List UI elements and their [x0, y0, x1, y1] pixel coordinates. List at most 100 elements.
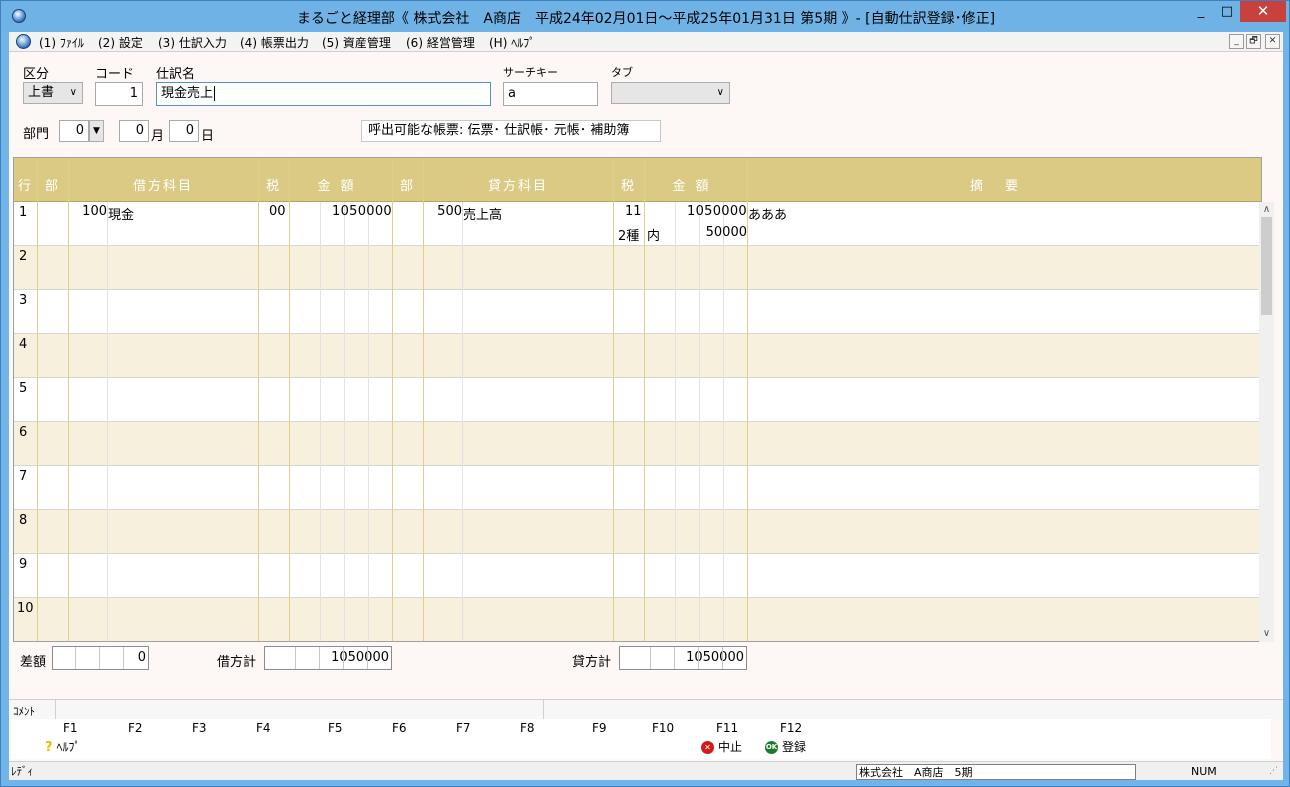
tab-select[interactable]: ∨	[611, 82, 730, 104]
search-key-input[interactable]: a	[503, 82, 598, 106]
fkey-f12[interactable]: F12	[780, 721, 802, 735]
maximize-button[interactable]: □	[1214, 1, 1240, 22]
scroll-up-icon[interactable]: ∧	[1259, 202, 1274, 217]
menu-management[interactable]: (6) 経営管理	[406, 34, 475, 51]
credit-tax-code[interactable]: 11	[625, 204, 642, 219]
column-divider	[462, 202, 463, 641]
fkey-f7[interactable]: F7	[456, 721, 471, 735]
sub-tax-amount: 50000	[705, 225, 747, 240]
menu-assets[interactable]: (5) 資産管理	[322, 34, 391, 51]
resize-grip-icon[interactable]: ⋰	[1269, 764, 1278, 779]
digit-divider	[343, 647, 344, 669]
debit-account-code[interactable]: 100	[68, 204, 107, 219]
fkey-f11[interactable]: F11	[716, 721, 738, 735]
dept-dropdown-button[interactable]: ▼	[89, 120, 104, 142]
available-reports-info: 呼出可能な帳票: 伝票･ 仕訳帳･ 元帳･ 補助簿	[361, 120, 661, 142]
fkey-f6[interactable]: F6	[392, 721, 407, 735]
status-bar: ﾚﾃﾞｨ 株式会社 A商店 5期 NUM ⋰	[9, 761, 1283, 780]
credit-amount[interactable]: 1050000	[645, 204, 747, 219]
column-divider	[320, 202, 321, 641]
column-divider	[107, 202, 108, 641]
cancel-action[interactable]: ✕ 中止	[701, 738, 742, 755]
application-window: まるごと経理部《 株式会社 A商店 平成24年02月01日～平成25年01月31…	[0, 0, 1290, 787]
header-credit-tax: 税	[620, 179, 636, 194]
table-row[interactable]: 10	[14, 598, 1261, 641]
window-title: まるごと経理部《 株式会社 A商店 平成24年02月01日～平成25年01月31…	[296, 11, 996, 27]
table-row[interactable]: 5	[14, 378, 1261, 422]
menu-help[interactable]: (H) ﾍﾙﾌﾟ	[489, 34, 535, 51]
table-row[interactable]: 8	[14, 510, 1261, 554]
scrollbar-thumb[interactable]	[1261, 217, 1272, 315]
credit-account-code[interactable]: 500	[423, 204, 462, 219]
minimize-button[interactable]: _	[1188, 1, 1214, 22]
dept-input[interactable]: 0	[59, 120, 89, 142]
row-number: 3	[19, 293, 28, 308]
mdi-close-button[interactable]: ✕	[1265, 34, 1280, 49]
debit-account-name[interactable]: 現金	[108, 204, 134, 223]
mdi-client: (1) ﾌｧｲﾙ (2) 設定 (3) 仕訳入力 (4) 帳票出力 (5) 資産…	[9, 32, 1283, 780]
column-divider	[747, 158, 748, 641]
credit-total-label: 貸方計	[572, 655, 612, 670]
row-number: 7	[19, 469, 28, 484]
diff-value: 0	[137, 650, 146, 665]
debit-total-label: 借方計	[217, 655, 257, 670]
fkey-f2[interactable]: F2	[128, 721, 143, 735]
header-row-no: 行	[17, 179, 33, 194]
credit-account-name[interactable]: 売上高	[463, 204, 502, 223]
fkey-f1[interactable]: F1	[63, 721, 78, 735]
table-row[interactable]: 6	[14, 422, 1261, 466]
fkey-f9[interactable]: F9	[592, 721, 607, 735]
day-input[interactable]: 0	[169, 120, 199, 142]
table-row[interactable]: 9	[14, 554, 1261, 598]
fkey-f3[interactable]: F3	[192, 721, 207, 735]
chevron-down-icon: ∨	[716, 87, 724, 98]
memo-text[interactable]: あああ	[748, 204, 787, 223]
table-row[interactable]: 3	[14, 290, 1261, 334]
text-cursor	[214, 86, 216, 101]
row-number: 8	[19, 513, 28, 528]
header-debit-dept: 部	[44, 179, 60, 194]
menu-settings[interactable]: (2) 設定	[98, 34, 143, 51]
column-divider	[344, 202, 345, 641]
header-memo: 摘要	[969, 179, 1040, 194]
digit-divider	[295, 647, 296, 669]
menu-file[interactable]: (1) ﾌｧｲﾙ	[39, 34, 84, 51]
digit-divider	[698, 647, 699, 669]
journal-grid: 行 部 借方科目 税 金額 部 貸方科目 税 金額 摘要 1 2 3 4 5 6…	[13, 157, 1262, 642]
kubun-select[interactable]: 上書 ∨	[23, 82, 83, 104]
status-company: 株式会社 A商店 5期	[856, 764, 1136, 780]
status-ready: ﾚﾃﾞｨ	[11, 765, 33, 778]
fkey-f5[interactable]: F5	[328, 721, 343, 735]
journal-name-input[interactable]: 現金売上	[156, 82, 491, 106]
code-input[interactable]: 1	[95, 82, 143, 106]
fkey-f10[interactable]: F10	[652, 721, 674, 735]
system-menu-icon[interactable]	[16, 34, 31, 49]
table-row[interactable]: 4	[14, 334, 1261, 378]
table-row[interactable]: 2	[14, 246, 1261, 290]
debit-amount[interactable]: 1050000	[290, 204, 392, 219]
credit-total-value: 1050000	[686, 650, 744, 665]
mdi-restore-button[interactable]: 🗗	[1246, 34, 1261, 49]
digit-divider	[674, 647, 675, 669]
menu-journal-entry[interactable]: (3) 仕訳入力	[158, 34, 227, 51]
column-divider	[723, 202, 724, 641]
header-credit-account: 貸方科目	[487, 179, 548, 194]
column-divider	[699, 202, 700, 641]
fkey-f4[interactable]: F4	[256, 721, 271, 735]
scroll-down-icon[interactable]: ∨	[1259, 626, 1274, 641]
digit-divider	[650, 647, 651, 669]
mdi-minimize-button[interactable]: _	[1229, 34, 1244, 49]
column-divider	[613, 158, 614, 641]
debit-tax-code[interactable]: 00	[269, 204, 286, 219]
grid-vertical-scrollbar[interactable]: ∧ ∨	[1259, 202, 1274, 642]
fkey-f8[interactable]: F8	[520, 721, 535, 735]
help-action[interactable]: ? ﾍﾙﾌﾟ	[45, 738, 81, 755]
table-row[interactable]: 7	[14, 466, 1261, 510]
month-input[interactable]: 0	[119, 120, 149, 142]
digit-divider	[319, 647, 320, 669]
chevron-down-icon: ∨	[69, 87, 77, 98]
close-button[interactable]: ✕	[1240, 1, 1286, 22]
header-debit-amount: 金額	[317, 179, 364, 194]
menu-reports[interactable]: (4) 帳票出力	[240, 34, 309, 51]
register-action[interactable]: OK 登録	[765, 738, 806, 755]
